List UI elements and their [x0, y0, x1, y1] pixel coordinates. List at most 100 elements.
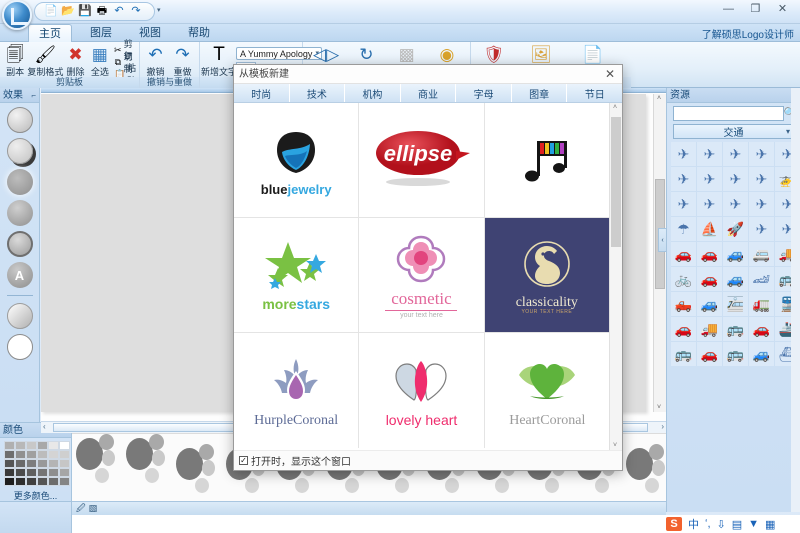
effect-gradient-swatch[interactable] [6, 303, 33, 329]
scroll-up-arrow-icon[interactable]: ˄ [613, 104, 617, 111]
airplane-jet-icon[interactable]: ✈ [723, 192, 748, 216]
color-swatch[interactable] [59, 468, 70, 477]
minimize-button[interactable]: — [715, 0, 742, 17]
airplane-takeoff-icon[interactable]: ✈ [749, 167, 774, 191]
car-sport-icon[interactable]: 🏎 [749, 267, 774, 291]
fill-icon[interactable]: ▧ [89, 503, 98, 514]
tab-home[interactable]: 主页 [28, 24, 72, 42]
ime-voice-icon[interactable]: ⇩ [717, 518, 726, 531]
redo-button[interactable]: ↷ 重做 [169, 44, 196, 78]
app-menu-orb-button[interactable] [2, 0, 32, 30]
new-file-icon[interactable]: 📄 [43, 4, 59, 19]
airplane-top-1-icon[interactable]: ✈ [723, 142, 748, 166]
template-card-lovelyheart[interactable]: lovely heart [359, 333, 485, 448]
color-swatch[interactable] [15, 450, 26, 459]
car-sedan-icon[interactable]: 🚙 [723, 267, 748, 291]
tab-layers[interactable]: 图层 [80, 24, 122, 42]
airplane-left-icon[interactable]: ✈ [671, 192, 696, 216]
color-swatch[interactable] [48, 477, 59, 486]
add-text-button[interactable]: T 新增文字 [201, 44, 237, 78]
car-side-1-icon[interactable]: 🚗 [671, 242, 696, 266]
scroll-right-arrow-icon[interactable]: › [661, 422, 664, 431]
color-swatch[interactable] [15, 459, 26, 468]
resources-scrollbar[interactable] [791, 88, 800, 512]
ime-punctuation-icon[interactable]: ʻ, [705, 518, 711, 530]
dialog-tab-5[interactable]: 图章 [511, 84, 568, 102]
color-swatch[interactable] [59, 459, 70, 468]
undo-icon[interactable]: ↶ [111, 4, 127, 19]
airplane-side-2-icon[interactable]: ✈ [697, 142, 722, 166]
rocket-icon[interactable]: 🚀 [723, 217, 748, 241]
color-swatch[interactable] [59, 441, 70, 450]
effect-letter-swatch[interactable] [6, 262, 33, 288]
color-swatch[interactable] [26, 459, 37, 468]
dialog-close-button[interactable]: ✕ [602, 66, 618, 82]
left-collapse-area[interactable] [0, 501, 72, 533]
propeller-icon[interactable]: ✈ [749, 217, 774, 241]
airplane-landing-icon[interactable]: ✈ [671, 167, 696, 191]
trailer-icon[interactable]: 🚛 [749, 292, 774, 316]
dialog-tab-6[interactable]: 节日 [567, 84, 623, 102]
undo-button[interactable]: ↶ 撤销 [142, 44, 169, 78]
ime-menu-icon[interactable]: ▦ [765, 518, 775, 531]
dialog-tab-3[interactable]: 商业 [400, 84, 457, 102]
color-swatch[interactable] [37, 459, 48, 468]
airplane-top-2-icon[interactable]: ✈ [749, 142, 774, 166]
color-swatch[interactable] [37, 468, 48, 477]
ime-mode-icon[interactable]: 中 [688, 516, 699, 532]
color-swatch[interactable] [48, 450, 59, 459]
color-swatch[interactable] [48, 441, 59, 450]
ime-keyboard-icon[interactable]: ▤ [732, 518, 742, 531]
redo-icon[interactable]: ↷ [128, 4, 144, 19]
scroll-down-arrow-icon[interactable]: ˅ [657, 404, 661, 411]
close-button[interactable]: ✕ [769, 0, 796, 17]
save-icon[interactable]: 💾 [77, 4, 93, 19]
open-folder-icon[interactable]: 📂 [60, 4, 76, 19]
duplicate-button[interactable]: 🗐 副本 [3, 44, 27, 78]
color-swatch[interactable] [15, 468, 26, 477]
effect-shadow-swatch[interactable] [6, 138, 33, 164]
color-swatch[interactable] [59, 477, 70, 486]
effect-plain-swatch[interactable] [6, 107, 33, 133]
color-swatch[interactable] [59, 450, 70, 459]
color-swatch[interactable] [37, 450, 48, 459]
delete-button[interactable]: ✖ 删除 [63, 44, 87, 78]
pickup-icon[interactable]: 🛻 [671, 292, 696, 316]
canvas-vertical-scrollbar[interactable]: ˄ ˅ [653, 94, 666, 412]
tab-help[interactable]: 帮助 [178, 24, 220, 42]
bus-3-icon[interactable]: 🚌 [723, 342, 748, 366]
scroll-down-arrow-icon[interactable]: ˅ [613, 442, 617, 449]
van-icon[interactable]: 🚐 [749, 242, 774, 266]
color-swatch[interactable] [26, 450, 37, 459]
template-card-cosmetic[interactable]: cosmetic your text here [359, 218, 485, 333]
car-compact-icon[interactable]: 🚗 [697, 267, 722, 291]
resources-search-input[interactable] [673, 106, 784, 121]
color-swatch[interactable] [37, 477, 48, 486]
template-card-hurplecoronal[interactable]: HurpleCoronal [234, 333, 360, 448]
car-wagon-icon[interactable]: 🚙 [749, 342, 774, 366]
dialog-tab-0[interactable]: 时尚 [234, 84, 290, 102]
template-card-music[interactable]: music [484, 103, 610, 218]
dialog-scroll-thumb[interactable] [611, 117, 621, 247]
sogou-logo-icon[interactable]: S [666, 517, 682, 531]
template-card-morestars[interactable]: morestars [234, 218, 360, 333]
jet-top-icon[interactable]: ✈ [697, 167, 722, 191]
resource-category-select[interactable]: 交通 ▾ [673, 124, 794, 139]
scroll-left-arrow-icon[interactable]: ‹ [43, 422, 46, 431]
tram-icon[interactable]: 🚈 [723, 292, 748, 316]
bus-long-icon[interactable]: 🚌 [723, 317, 748, 341]
effect-reflection-swatch[interactable] [6, 200, 33, 226]
color-swatch[interactable] [26, 468, 37, 477]
template-card-bluejewelry[interactable]: bluejewelry [234, 103, 360, 218]
show-on-startup-checkbox[interactable]: ✓ [239, 456, 248, 465]
color-swatch[interactable] [4, 450, 15, 459]
dialog-scrollbar[interactable]: ˄ ˅ [609, 103, 622, 450]
suv-icon[interactable]: 🚙 [697, 292, 722, 316]
airplane-tiny-icon[interactable]: ✈ [749, 192, 774, 216]
bicycle-icon[interactable]: 🚲 [671, 267, 696, 291]
product-link[interactable]: 了解硕思Logo设计师 [702, 26, 794, 41]
format-painter-button[interactable]: 🖌 复制格式 [27, 44, 63, 78]
color-swatch[interactable] [26, 441, 37, 450]
effect-hollow-swatch[interactable] [6, 334, 33, 360]
color-swatch[interactable] [15, 441, 26, 450]
